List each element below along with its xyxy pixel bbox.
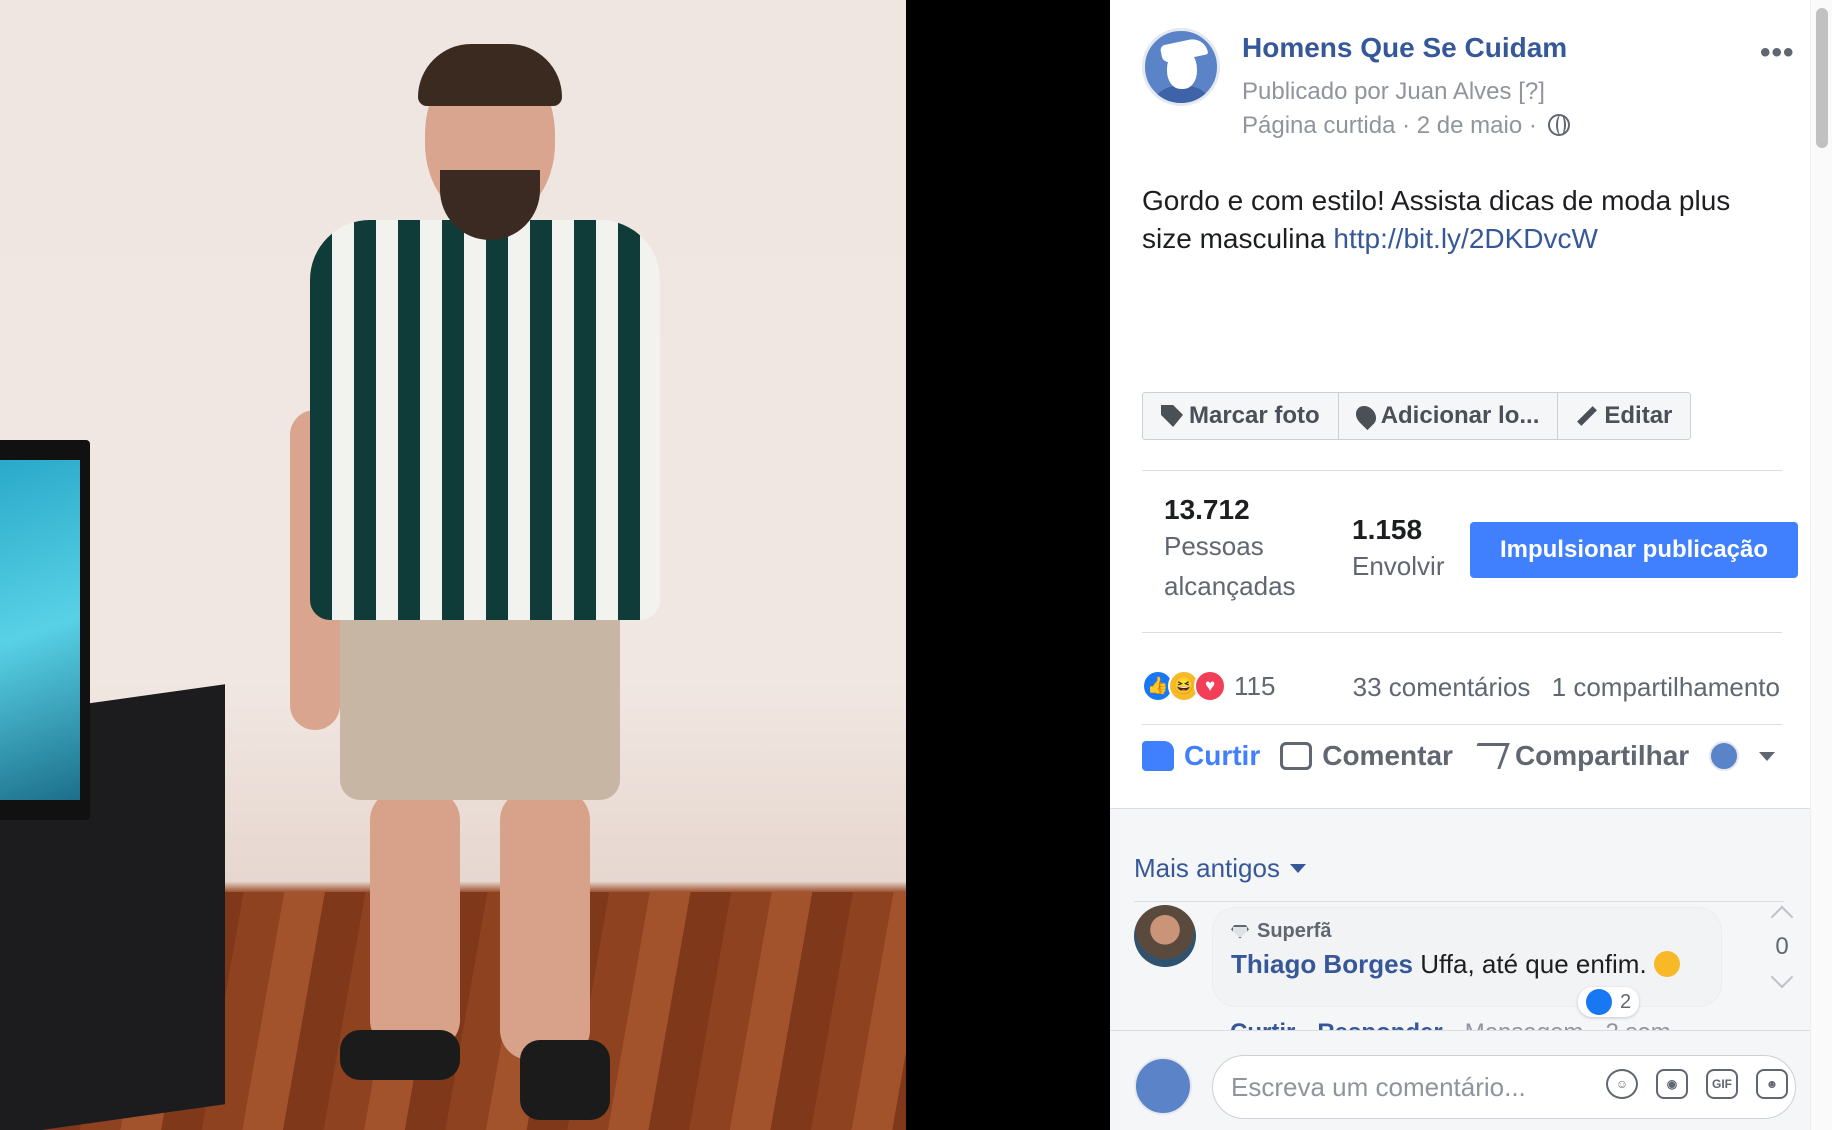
- globe-icon[interactable]: [1547, 114, 1570, 136]
- shares-count[interactable]: 1 compartilhamento: [1552, 672, 1780, 702]
- diamond-icon: [1231, 924, 1249, 939]
- reach-stat[interactable]: 13.712 Pessoas alcançadas: [1164, 494, 1296, 606]
- emoji-icon: [1653, 951, 1680, 977]
- page-name-link[interactable]: Homens Que Se Cuidam: [1242, 32, 1567, 64]
- sticker-icon[interactable]: ☻: [1756, 1069, 1788, 1099]
- comment-button[interactable]: Comentar: [1280, 740, 1453, 772]
- post-link[interactable]: http://bit.ly/2DKDvcW: [1333, 223, 1598, 254]
- comments-count[interactable]: 33 comentários: [1353, 672, 1531, 702]
- post-actions: Curtir Comentar Compartilhar: [1142, 740, 1776, 772]
- post-photo[interactable]: [0, 0, 906, 1130]
- comment-vote: 0: [1762, 905, 1802, 989]
- composer-icons: ☺ ◉ GIF ☻: [1606, 1069, 1788, 1099]
- add-location-button[interactable]: Adicionar lo...: [1339, 393, 1559, 439]
- post-as-selector[interactable]: [1709, 741, 1776, 771]
- post-date[interactable]: 2 de maio: [1417, 112, 1522, 139]
- comment-sort-dropdown[interactable]: Mais antigos: [1134, 853, 1306, 884]
- divider: [1142, 632, 1782, 633]
- upvote-icon[interactable]: [1770, 905, 1794, 929]
- edit-button[interactable]: Editar: [1558, 393, 1690, 439]
- commenter-avatar[interactable]: [1134, 905, 1196, 967]
- page-mini-avatar: [1709, 741, 1740, 771]
- scrollbar[interactable]: [1810, 0, 1832, 1130]
- photo-tools: Marcar foto Adicionar lo... Editar: [1142, 392, 1692, 440]
- comment-bubble-icon: [1280, 742, 1313, 770]
- photo-stage: [0, 0, 1110, 1130]
- tag-photo-button[interactable]: Marcar foto: [1143, 393, 1339, 439]
- share-button[interactable]: Compartilhar: [1468, 740, 1689, 772]
- location-pin-icon: [1351, 401, 1380, 431]
- gif-icon[interactable]: GIF: [1706, 1069, 1738, 1099]
- chevron-down-icon: [1289, 864, 1306, 873]
- chevron-down-icon: [1759, 751, 1776, 761]
- superfan-badge: Superfã: [1231, 920, 1703, 943]
- emoji-picker-icon[interactable]: ☺: [1606, 1069, 1638, 1099]
- like-button[interactable]: Curtir: [1142, 740, 1260, 772]
- love-reaction-icon: ♥: [1194, 670, 1226, 702]
- share-arrow-icon: [1468, 743, 1510, 769]
- comment-reaction-count[interactable]: 2: [1578, 987, 1640, 1017]
- tag-icon: [1161, 405, 1183, 427]
- pencil-icon: [1577, 406, 1598, 426]
- page-avatar[interactable]: [1142, 28, 1220, 106]
- downvote-icon[interactable]: [1770, 965, 1794, 989]
- comment-bubble: Superfã Thiago Borges Uffa, até que enfi…: [1212, 907, 1722, 1007]
- engagement-stat[interactable]: 1.158 Envolvir: [1352, 514, 1444, 586]
- comment-text: Uffa, até que enfim.: [1420, 949, 1647, 979]
- composer-avatar: [1134, 1057, 1192, 1115]
- photo-subject: [290, 44, 670, 1120]
- post-meta: Página curtida · 2 de maio ·: [1242, 112, 1570, 140]
- like-reaction-icon: [1586, 989, 1612, 1015]
- boost-post-button[interactable]: Impulsionar publicação: [1470, 522, 1798, 578]
- facebook-photo-viewer: Homens Que Se Cuidam Publicado por Juan …: [0, 0, 1832, 1130]
- scrollbar-thumb[interactable]: [1816, 8, 1828, 148]
- published-by: Publicado por Juan Alves [?]: [1242, 78, 1545, 105]
- camera-icon[interactable]: ◉: [1656, 1069, 1688, 1099]
- commenter-name[interactable]: Thiago Borges: [1231, 949, 1413, 979]
- divider: [1142, 470, 1782, 471]
- reaction-summary[interactable]: 👍 😆 ♥ 115: [1142, 670, 1275, 702]
- help-marker[interactable]: [?]: [1518, 78, 1545, 105]
- comment-composer: Escreva um comentário... ☺ ◉ GIF ☻: [1110, 1030, 1810, 1130]
- post-side-panel: Homens Que Se Cuidam Publicado por Juan …: [1110, 0, 1832, 1130]
- divider: [1134, 901, 1784, 902]
- engagement-counts: 33 comentários 1 compartilhamento: [1353, 672, 1780, 703]
- thumbs-up-icon: [1142, 741, 1174, 771]
- more-options-icon[interactable]: •••: [1760, 36, 1795, 70]
- post-text: Gordo e com estilo! Assista dicas de mod…: [1142, 185, 1731, 254]
- divider: [1142, 724, 1782, 725]
